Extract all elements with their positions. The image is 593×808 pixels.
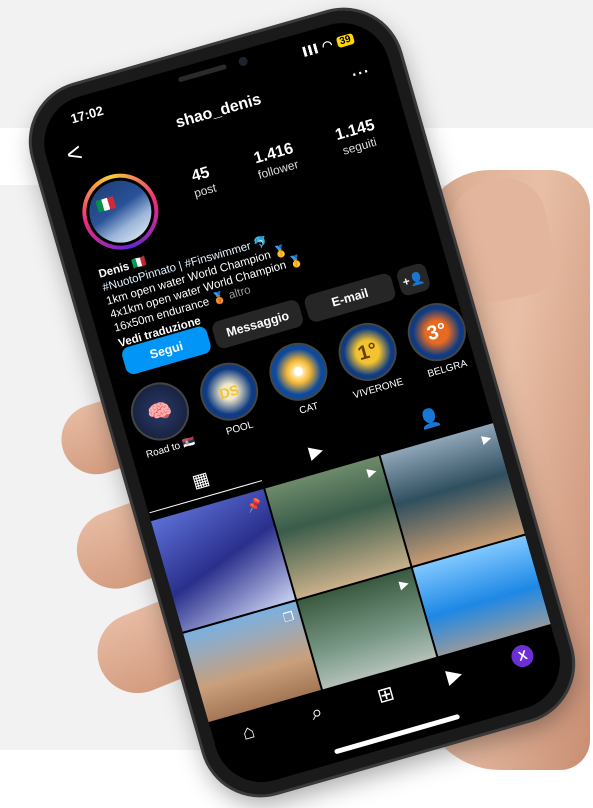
flag-icon (95, 196, 117, 213)
highlight-item[interactable]: DS POOL (193, 355, 269, 442)
profile-nav-item[interactable]: X (500, 638, 545, 672)
highlight-item[interactable]: ✺ CAT (262, 335, 339, 422)
status-time: 17:02 (68, 102, 105, 127)
speaker (177, 63, 228, 83)
pinned-icon: 📌 (245, 496, 264, 514)
pool-logo-icon: DS (193, 355, 266, 428)
stat-following[interactable]: 1.145 seguiti (333, 117, 380, 159)
carousel-icon: ❐ (281, 608, 296, 626)
home-icon[interactable]: ⌂ (226, 716, 271, 749)
wifi-icon: ◠ (320, 37, 335, 54)
highlight-item[interactable]: 3° BELGRA (400, 296, 477, 382)
stat-posts[interactable]: 45 post (187, 163, 218, 200)
reel-icon: ▶ (480, 430, 493, 447)
profile-avatar[interactable] (73, 164, 168, 259)
create-icon[interactable]: ⊞ (363, 677, 408, 712)
brain-icon: 🧠 (124, 375, 196, 448)
profile-icon: X (509, 642, 537, 670)
avatar-photo (82, 173, 159, 251)
front-camera (237, 55, 249, 68)
signal-icon (302, 43, 319, 57)
gold-medal-icon: 1° (331, 316, 404, 388)
bronze-medal-icon: 3° (400, 296, 473, 368)
highlight-item[interactable]: 1° VIVERONE (331, 316, 408, 402)
battery-icon: 39 (335, 32, 355, 48)
search-icon[interactable]: ⌕ (295, 697, 340, 730)
highlight-item[interactable]: 🧠 Road to 🇷🇸 (124, 375, 200, 462)
avatar-ring-gap (78, 169, 163, 254)
reel-icon: ▶ (365, 463, 379, 480)
reel-icon: ▶ (397, 575, 411, 592)
stat-followers[interactable]: 1.416 follower (251, 140, 300, 182)
burst-icon: ✺ (262, 335, 335, 408)
status-icons: ◠ 39 (302, 31, 355, 59)
reels-icon[interactable]: ▶ (432, 658, 477, 693)
